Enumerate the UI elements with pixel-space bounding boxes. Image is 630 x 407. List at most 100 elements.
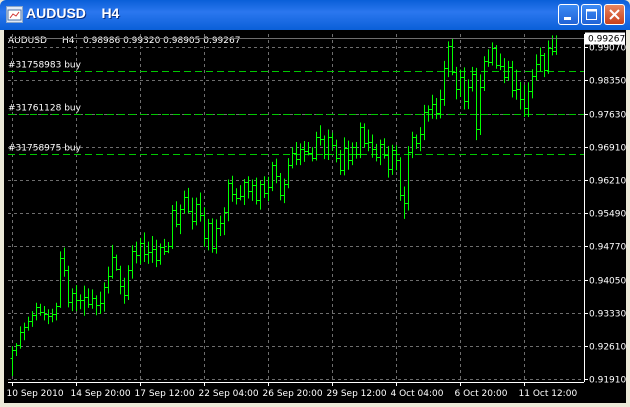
ohlc-bar[interactable] [498,53,503,71]
maximize-button[interactable] [581,4,602,25]
ohlc-bar[interactable] [518,81,523,110]
ohlc-bar[interactable] [114,254,119,271]
ohlc-bar[interactable] [418,127,423,152]
ohlc-bar[interactable] [82,285,87,316]
ohlc-bar[interactable] [382,138,387,159]
ohlc-bar[interactable] [142,232,147,262]
ohlc-bar[interactable] [274,158,279,184]
ohlc-bar[interactable] [26,316,31,331]
ohlc-bar[interactable] [422,104,427,141]
ohlc-bar[interactable] [486,49,491,67]
ohlc-bar[interactable] [194,197,199,226]
ohlc-bar[interactable] [326,129,331,161]
ohlc-bar[interactable] [14,343,19,357]
ohlc-bar[interactable] [314,131,319,161]
ohlc-bar[interactable] [474,67,479,141]
ohlc-bar[interactable] [50,308,55,323]
ohlc-bar[interactable] [342,137,347,176]
ohlc-bar[interactable] [78,294,83,310]
title-bar[interactable]: AUDUSD H4 [0,0,630,30]
ohlc-bar[interactable] [318,125,323,146]
ohlc-bar[interactable] [54,302,59,321]
ohlc-bar[interactable] [134,241,139,264]
ohlc-bar[interactable] [510,60,515,98]
ohlc-bar[interactable] [466,79,471,110]
ohlc-bar[interactable] [246,176,251,199]
ohlc-bar[interactable] [378,139,383,166]
ohlc-bar[interactable] [34,302,39,321]
ohlc-bar[interactable] [182,190,187,214]
ohlc-bar[interactable] [454,66,459,100]
ohlc-bar[interactable] [66,265,71,308]
ohlc-bar[interactable] [126,265,131,300]
ohlc-bar[interactable] [286,158,291,189]
ohlc-bar[interactable] [278,173,283,201]
ohlc-bar[interactable] [154,239,159,268]
ohlc-bar[interactable] [386,146,391,178]
ohlc-bar[interactable] [86,288,91,308]
ohlc-bar[interactable] [118,265,123,295]
ohlc-bar[interactable] [254,177,259,205]
ohlc-bar[interactable] [98,291,103,314]
ohlc-bar[interactable] [226,179,231,222]
ohlc-bar[interactable] [350,142,355,166]
ohlc-bar[interactable] [538,47,543,72]
ohlc-bar[interactable] [546,40,551,74]
ohlc-bar[interactable] [442,60,447,106]
ohlc-bar[interactable] [74,285,79,312]
ohlc-bar[interactable] [458,69,463,98]
ohlc-bar[interactable] [290,147,295,169]
ohlc-bar[interactable] [302,141,307,162]
ohlc-bar[interactable] [10,346,15,376]
ohlc-bar[interactable] [322,135,327,160]
ohlc-bar[interactable] [22,322,27,341]
ohlc-bar[interactable] [478,74,483,136]
ohlc-bar[interactable] [430,94,435,119]
ohlc-bar[interactable] [18,326,23,349]
ohlc-bar[interactable] [222,207,227,236]
ohlc-bar[interactable] [394,145,399,171]
ohlc-bar[interactable] [294,141,299,166]
ohlc-bar[interactable] [70,288,75,312]
ohlc-bar[interactable] [94,295,99,316]
ohlc-bar[interactable] [534,54,539,81]
ohlc-bar[interactable] [110,244,115,279]
ohlc-bar[interactable] [46,309,51,325]
ohlc-bar[interactable] [358,122,363,159]
ohlc-bar[interactable] [230,175,235,202]
close-button[interactable] [604,4,625,25]
ohlc-bar[interactable] [434,97,439,120]
ohlc-bar[interactable] [346,140,351,170]
ohlc-bar[interactable] [218,215,223,237]
ohlc-bar[interactable] [206,218,211,251]
ohlc-bar[interactable] [262,176,267,199]
ohlc-bar[interactable] [186,187,191,214]
ohlc-bar[interactable] [530,69,535,99]
ohlc-bar[interactable] [462,67,467,110]
chart-window-icon[interactable] [6,6,23,23]
ohlc-bar[interactable] [166,242,171,254]
ohlc-bar[interactable] [258,180,263,210]
ohlc-bar[interactable] [250,179,255,201]
ohlc-bar[interactable] [398,157,403,201]
ohlc-bar[interactable] [506,60,511,81]
ohlc-bar[interactable] [90,289,95,309]
ohlc-bar[interactable] [198,192,203,222]
ohlc-bar[interactable] [282,178,287,204]
ohlc-bar[interactable] [406,146,411,211]
ohlc-bar[interactable] [330,132,335,151]
ohlc-bar[interactable] [482,56,487,91]
ohlc-bar[interactable] [502,58,507,84]
ohlc-bar[interactable] [494,45,499,69]
ohlc-bar[interactable] [354,141,359,159]
ohlc-bar[interactable] [410,131,415,159]
ohlc-bar[interactable] [426,105,431,122]
ohlc-bar[interactable] [526,82,531,117]
ohlc-bar[interactable] [174,201,179,228]
ohlc-bar[interactable] [242,179,247,205]
ohlc-bar[interactable] [450,38,455,76]
ohlc-bar[interactable] [270,161,275,192]
ohlc-bar[interactable] [102,282,107,312]
ohlc-bar[interactable] [362,123,367,148]
ohlc-bar[interactable] [130,245,135,279]
